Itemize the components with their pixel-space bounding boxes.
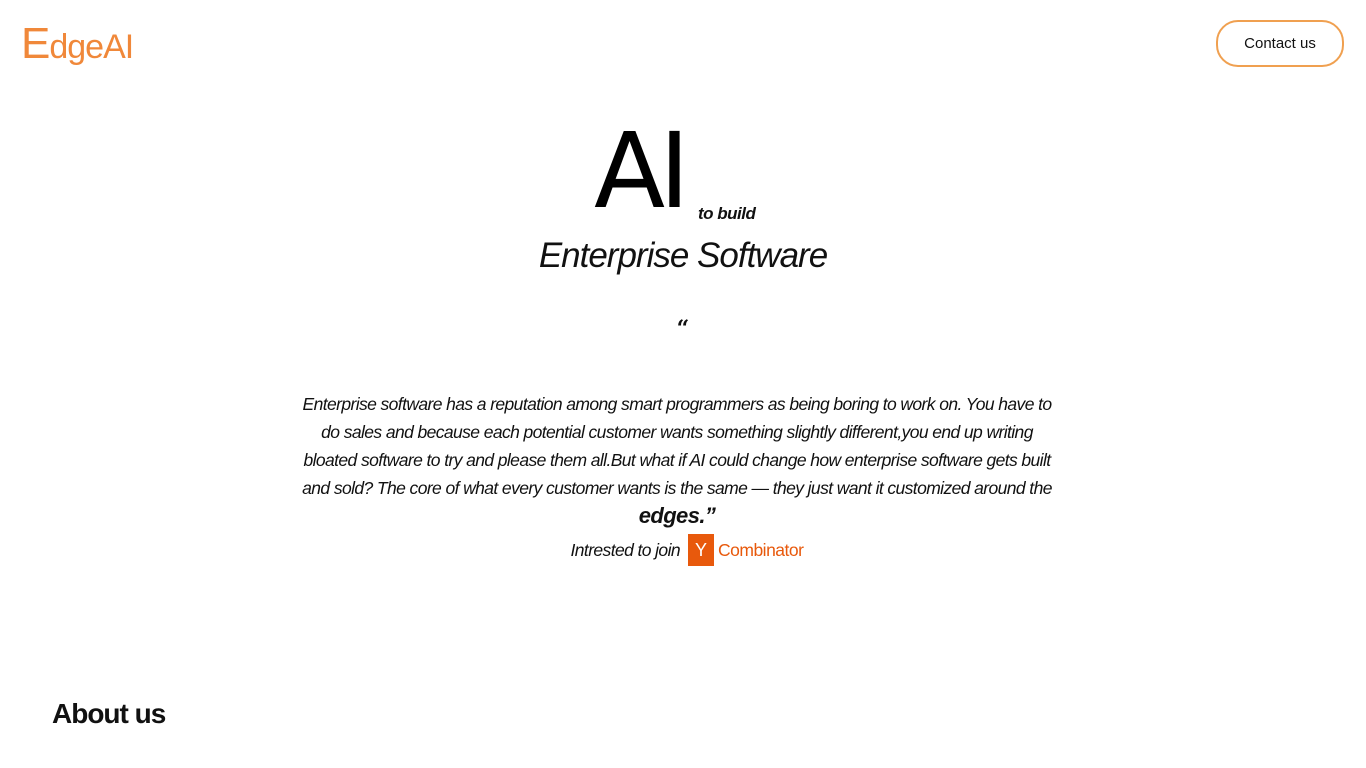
hero-title: AI [594,110,690,232]
quote-block: Enterprise software has a reputation amo… [300,390,1054,531]
logo-text: dgeAI [49,28,134,66]
hero-subtitle: Enterprise Software [538,236,828,275]
y-combinator-text: Combinator [718,539,804,560]
landing-page: EdgeAI Contact us AI to build Enterprise… [0,0,1366,768]
y-combinator-link[interactable]: Y Combinator [688,534,804,566]
logo-initial: E [21,19,50,68]
yc-row: Intrested to join Y Combinator [0,534,1366,566]
quote-text: Enterprise software has a reputation amo… [302,393,1052,498]
edgeai-logo[interactable]: EdgeAI [21,19,134,71]
quote-mark-icon: “ [676,316,690,342]
quote-emphasis: edges.” [638,502,716,528]
yc-label: Intrested to join [570,539,681,560]
contact-us-button[interactable]: Contact us [1216,20,1344,67]
hero-title-suffix: to build [698,204,756,223]
about-us-heading: About us [52,698,166,729]
y-combinator-logo-icon: Y [688,534,714,566]
